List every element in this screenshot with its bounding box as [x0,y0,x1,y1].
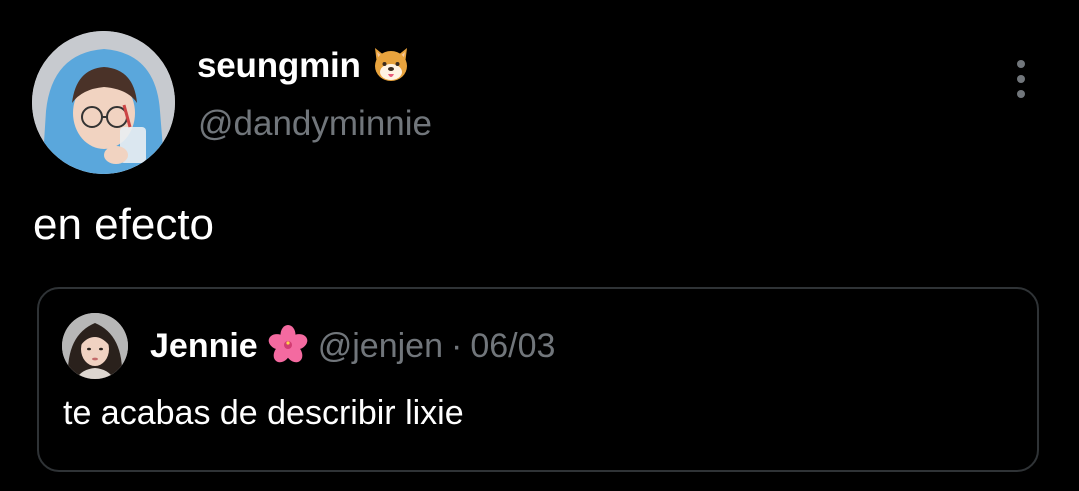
author-display-name[interactable]: seungmin [197,44,411,88]
quoted-tweet-header: Jennie @jenjen · 06/03 [150,324,555,368]
author-handle[interactable]: @dandyminnie [198,104,432,144]
hibiscus-emoji-icon [268,324,308,369]
author-name-text: seungmin [197,46,361,85]
quoted-author-avatar-image [62,313,128,379]
quoted-author-avatar[interactable] [62,313,128,379]
more-dot [1017,60,1025,68]
dog-face-emoji-icon [371,44,411,89]
quoted-tweet-text: te acabas de describir lixie [63,394,464,432]
quoted-tweet-card[interactable]: Jennie @jenjen · 06/03 te acabas de desc… [37,287,1039,472]
quoted-tweet-date[interactable]: 06/03 [470,327,555,366]
quoted-author-name[interactable]: Jennie [150,327,258,366]
separator-dot: · [450,326,463,365]
tweet-text: en efecto [33,200,215,249]
quoted-author-handle[interactable]: @jenjen [318,327,443,366]
more-options-icon[interactable] [1008,60,1034,98]
more-dot [1017,90,1025,98]
author-avatar[interactable] [32,31,175,174]
author-avatar-image [32,31,175,174]
more-dot [1017,75,1025,83]
